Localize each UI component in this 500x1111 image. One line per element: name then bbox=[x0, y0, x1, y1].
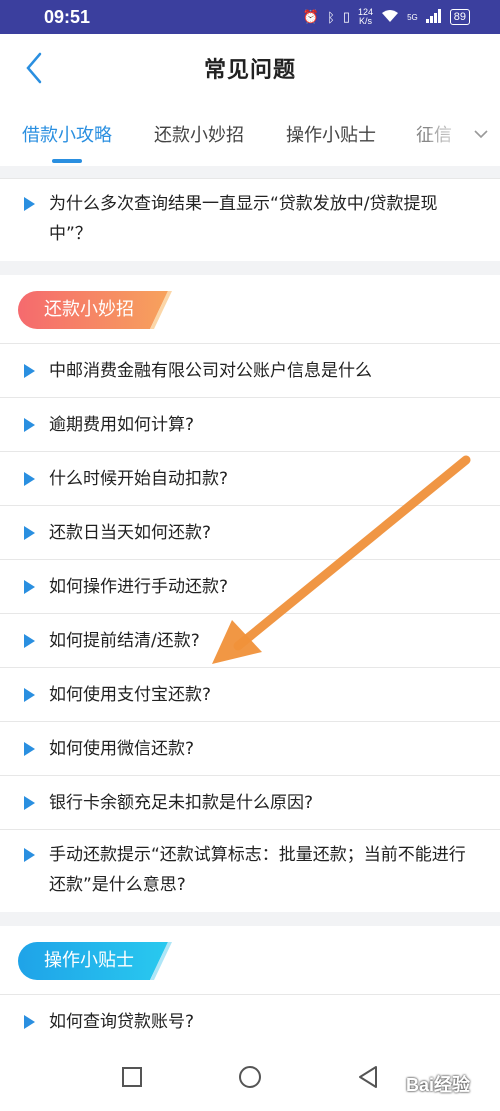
status-bar: 09:51 ⏰ ᛒ ▯ 124 K/s 5G 89 bbox=[0, 0, 500, 34]
faq-section-borrow: 为什么多次查询结果一直显示“贷款发放中/贷款提现中”？ bbox=[0, 178, 500, 261]
alarm-icon: ⏰ bbox=[302, 9, 320, 24]
faq-item[interactable]: 如何提前结清/还款? bbox=[0, 613, 500, 667]
triangle-bullet-icon bbox=[24, 742, 35, 756]
battery-icon: 89 bbox=[449, 9, 470, 25]
tabs-expand[interactable] bbox=[430, 102, 500, 166]
faq-question: 如何操作进行手动还款? bbox=[49, 577, 229, 597]
nav-bar: 常见问题 bbox=[0, 34, 500, 102]
section-header: 操作小贴士 bbox=[0, 926, 500, 994]
faq-item[interactable]: 为什么多次查询结果一直显示“贷款发放中/贷款提现中”？ bbox=[0, 178, 500, 261]
bluetooth-icon: ᛒ bbox=[327, 9, 335, 25]
network-speed-unit: K/s bbox=[359, 16, 373, 26]
triangle-bullet-icon bbox=[24, 418, 35, 432]
triangle-bullet-icon bbox=[24, 848, 35, 862]
faq-item[interactable]: 还款日当天如何还款? bbox=[0, 505, 500, 559]
section-header: 还款小妙招 bbox=[0, 275, 500, 343]
faq-question: 手动还款提示“还款试算标志：批量还款；当前不能进行还款”是什么意思? bbox=[49, 845, 466, 895]
triangle-bullet-icon bbox=[24, 197, 35, 211]
faq-question: 逾期费用如何计算? bbox=[49, 415, 195, 435]
triangle-bullet-icon bbox=[24, 1015, 35, 1029]
back-nav-button[interactable] bbox=[354, 1063, 382, 1091]
tab-operation-tips[interactable]: 操作小贴士 bbox=[276, 121, 386, 147]
wifi-icon bbox=[381, 9, 399, 26]
faq-item[interactable]: 如何使用微信还款? bbox=[0, 721, 500, 775]
status-time: 09:51 bbox=[44, 6, 91, 27]
chevron-down-icon bbox=[474, 130, 488, 139]
circle-icon bbox=[239, 1065, 261, 1088]
faq-question: 还款日当天如何还款? bbox=[49, 523, 212, 543]
triangle-bullet-icon bbox=[24, 796, 35, 810]
faq-item[interactable]: 如何使用支付宝还款? bbox=[0, 667, 500, 721]
section-badge-tips: 操作小贴士 bbox=[18, 942, 168, 980]
faq-list[interactable]: 为什么多次查询结果一直显示“贷款发放中/贷款提现中”？ 还款小妙招 中邮消费金融… bbox=[0, 166, 500, 1042]
status-icons: ⏰ ᛒ ▯ 124 K/s 5G 89 bbox=[303, 8, 470, 26]
tab-repay-tips[interactable]: 还款小妙招 bbox=[144, 121, 254, 147]
faq-question: 什么时候开始自动扣款? bbox=[49, 469, 229, 489]
triangle-bullet-icon bbox=[24, 688, 35, 702]
section-divider bbox=[0, 912, 500, 926]
faq-item[interactable]: 中邮消费金融有限公司对公账户信息是什么 bbox=[0, 343, 500, 397]
faq-item[interactable]: 逾期费用如何计算? bbox=[0, 397, 500, 451]
faq-item[interactable]: 什么时候开始自动扣款? bbox=[0, 451, 500, 505]
home-button[interactable] bbox=[236, 1063, 264, 1091]
section-badge-repayment: 还款小妙招 bbox=[18, 291, 168, 329]
faq-question: 如何使用支付宝还款? bbox=[49, 685, 212, 705]
faq-question: 为什么多次查询结果一直显示“贷款发放中/贷款提现中”？ bbox=[49, 194, 438, 244]
faq-question: 中邮消费金融有限公司对公账户信息是什么 bbox=[49, 361, 372, 381]
square-icon bbox=[122, 1066, 142, 1087]
faq-section-repayment: 还款小妙招 中邮消费金融有限公司对公账户信息是什么 逾期费用如何计算? 什么时候… bbox=[0, 275, 500, 912]
faq-question: 如何提前结清/还款? bbox=[49, 631, 200, 651]
watermark: Bai经验 bbox=[405, 1075, 470, 1095]
chevron-left-icon bbox=[26, 52, 42, 84]
section-divider bbox=[0, 261, 500, 275]
triangle-bullet-icon bbox=[24, 580, 35, 594]
faq-section-tips: 操作小贴士 如何查询贷款账号? bbox=[0, 926, 500, 1042]
signal-label: 5G bbox=[407, 12, 418, 22]
tab-borrow-tips[interactable]: 借款小攻略 bbox=[12, 121, 122, 163]
faq-question: 如何查询贷款账号? bbox=[49, 1012, 195, 1032]
faq-question: 银行卡余额充足未扣款是什么原因? bbox=[49, 793, 314, 813]
faq-item[interactable]: 如何查询贷款账号? bbox=[0, 994, 500, 1042]
faq-item[interactable]: 银行卡余额充足未扣款是什么原因? bbox=[0, 775, 500, 829]
triangle-bullet-icon bbox=[24, 526, 35, 540]
faq-item[interactable]: 手动还款提示“还款试算标志：批量还款；当前不能进行还款”是什么意思? bbox=[0, 829, 500, 912]
recent-apps-button[interactable] bbox=[118, 1063, 146, 1091]
signal-icon bbox=[425, 8, 442, 26]
page-title: 常见问题 bbox=[203, 58, 296, 83]
faq-item[interactable]: 如何操作进行手动还款? bbox=[0, 559, 500, 613]
faq-question: 如何使用微信还款? bbox=[49, 739, 195, 759]
network-speed: 124 K/s bbox=[358, 8, 373, 26]
triangle-bullet-icon bbox=[24, 472, 35, 486]
back-button[interactable] bbox=[18, 50, 54, 86]
vibrate-icon: ▯ bbox=[342, 9, 351, 24]
triangle-back-icon bbox=[359, 1065, 377, 1088]
triangle-bullet-icon bbox=[24, 364, 35, 378]
triangle-bullet-icon bbox=[24, 634, 35, 648]
tab-bar: 借款小攻略 还款小妙招 操作小贴士 征信 bbox=[0, 102, 500, 166]
